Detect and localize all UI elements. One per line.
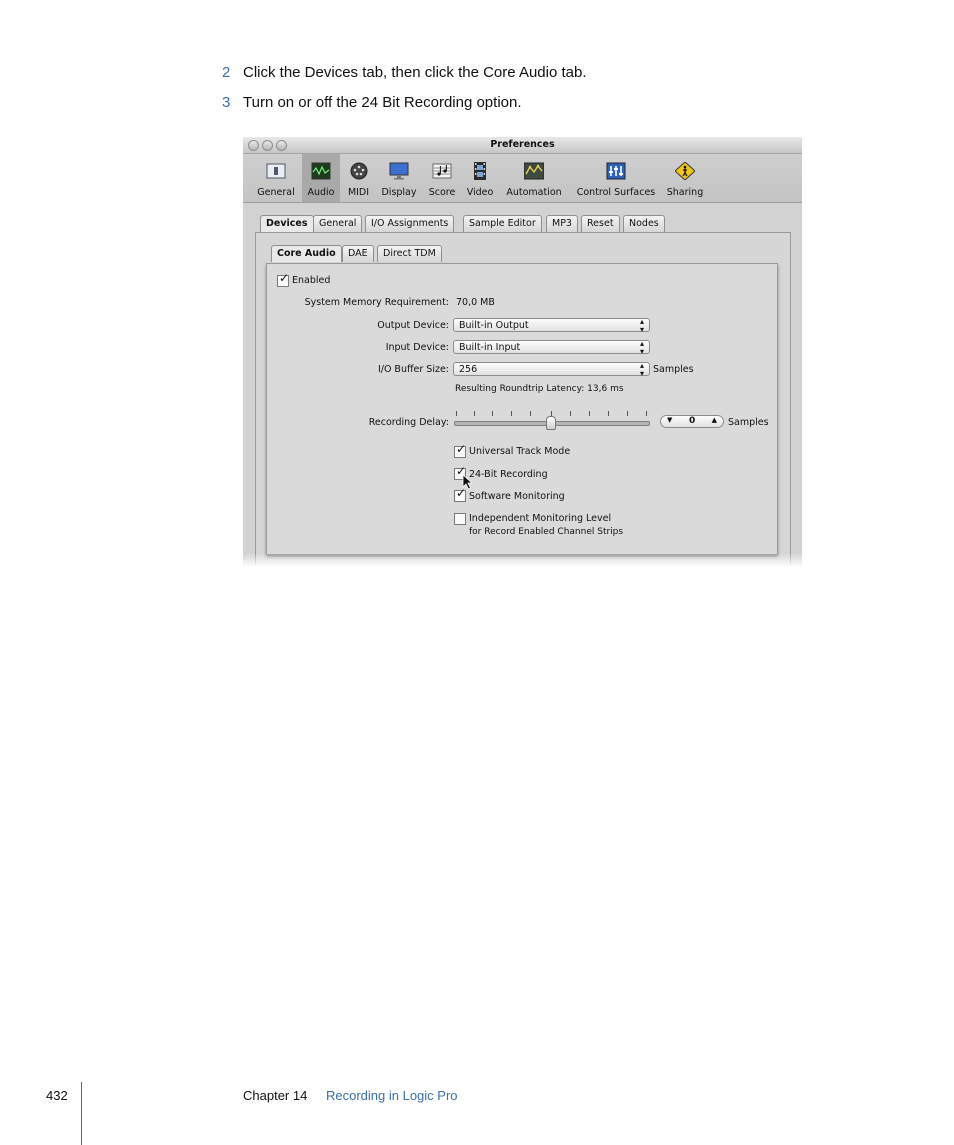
buffer-size-popup[interactable]: 256 ▴ ▾ [453, 361, 650, 378]
toolbar-label: Control Surfaces [576, 187, 656, 198]
step-number: 3 [222, 94, 231, 111]
updown-arrows-icon: ▴ ▾ [639, 317, 644, 334]
chapter-label: Chapter 14 [243, 1088, 308, 1103]
memory-value: 70,0 MB [456, 297, 495, 308]
tab-direct-tdm[interactable]: Direct TDM [377, 245, 442, 262]
checkmark-icon: ✓ [456, 442, 467, 456]
toolbar-video[interactable]: Video [462, 154, 498, 202]
toolbar-display[interactable]: Display [377, 154, 421, 202]
sharing-icon [675, 162, 695, 180]
independent-monitoring-checkbox[interactable] [454, 513, 466, 525]
tab-general[interactable]: General [313, 215, 363, 232]
tab-io-assignments[interactable]: I/O Assignments [365, 215, 455, 232]
window-title: Preferences [490, 139, 555, 150]
step-2: 2 Click the Devices tab, then click the C… [222, 64, 587, 82]
general-icon [266, 163, 286, 179]
delay-unit: Samples [728, 417, 769, 428]
toolbar-label: Video [466, 187, 494, 198]
slider-tick [570, 411, 571, 416]
independent-monitoring-sublabel: for Record Enabled Channel Strips [469, 527, 624, 537]
toolbar-automation[interactable]: Automation [501, 154, 567, 202]
enabled-checkbox[interactable]: ✓ [277, 271, 289, 287]
tab-devices[interactable]: Devices [260, 215, 314, 232]
input-device-popup[interactable]: Built-in Input ▴ ▾ [453, 339, 650, 356]
title-bar: Preferences [243, 137, 802, 154]
midi-icon [350, 162, 367, 180]
step-text: Click the Devices tab, then click the Co… [243, 64, 587, 81]
output-device-label: Output Device: [377, 320, 449, 331]
slider-tick [627, 411, 628, 416]
toolbar-control-surfaces[interactable]: Control Surfaces [572, 154, 660, 202]
delay-value: 0 [689, 416, 696, 426]
toolbar: General Audio MIDI Display Score Video A… [243, 154, 802, 203]
toolbar-general[interactable]: General [253, 154, 299, 202]
input-device-label: Input Device: [385, 342, 449, 353]
updown-arrows-icon: ▴ ▾ [639, 339, 644, 356]
toolbar-sharing[interactable]: Sharing [663, 154, 707, 202]
buffer-unit: Samples [653, 364, 694, 375]
toolbar-audio[interactable]: Audio [302, 154, 340, 202]
video-icon [474, 162, 486, 180]
input-device-value: Built-in Input [459, 342, 521, 353]
toolbar-label: General [257, 187, 295, 198]
automation-icon [524, 162, 544, 180]
toolbar-midi[interactable]: MIDI [342, 154, 375, 202]
toolbar-label: Display [381, 187, 417, 198]
audio-icon [311, 162, 331, 180]
slider-tick [492, 411, 493, 416]
toolbar-label: Score [428, 187, 456, 198]
enabled-label: Enabled [292, 275, 331, 286]
slider-tick [456, 411, 457, 416]
control-surfaces-icon [606, 162, 626, 180]
latency-text: Resulting Roundtrip Latency: 13,6 ms [455, 384, 624, 394]
memory-label: System Memory Requirement: [304, 297, 449, 308]
24-bit-recording-label: 24-Bit Recording [469, 469, 548, 480]
step-3: 3 Turn on or off the 24 Bit Recording opt… [222, 94, 522, 112]
display-icon [389, 162, 409, 180]
delay-stepper[interactable]: ▼ 0 ▲ [660, 415, 724, 428]
checkmark-icon: ✓ [279, 271, 290, 285]
recording-delay-label: Recording Delay: [368, 417, 449, 428]
software-monitoring-checkbox[interactable]: ✓ [454, 486, 466, 502]
updown-arrows-icon: ▴ ▾ [639, 361, 644, 378]
slider-tick [589, 411, 590, 416]
toolbar-label: MIDI [347, 187, 370, 198]
toolbar-score[interactable]: Score [424, 154, 460, 202]
toolbar-label: Sharing [666, 187, 704, 198]
software-monitoring-label: Software Monitoring [469, 491, 565, 502]
output-device-popup[interactable]: Built-in Output ▴ ▾ [453, 317, 650, 334]
toolbar-label: Automation [506, 187, 562, 198]
stepper-up-icon[interactable]: ▲ [712, 416, 717, 424]
slider-knob[interactable] [546, 416, 556, 430]
step-text: Turn on or off the 24 Bit Recording opti… [243, 94, 522, 111]
universal-track-mode-checkbox[interactable]: ✓ [454, 442, 466, 458]
independent-monitoring-label: Independent Monitoring Level [469, 513, 612, 524]
universal-track-mode-label: Universal Track Mode [469, 446, 571, 457]
score-icon [432, 163, 452, 179]
tab-dae[interactable]: DAE [342, 245, 374, 262]
buffer-size-value: 256 [459, 364, 478, 375]
slider-tick [511, 411, 512, 416]
slider-tick [608, 411, 609, 416]
bottom-fade [243, 553, 802, 567]
output-device-value: Built-in Output [459, 320, 529, 331]
tab-reset[interactable]: Reset [581, 215, 620, 232]
preferences-window: Preferences General Audio MIDI Display S… [243, 137, 802, 567]
step-number: 2 [222, 64, 231, 81]
stepper-down-icon[interactable]: ▼ [667, 416, 672, 424]
buffer-size-label: I/O Buffer Size: [377, 364, 449, 375]
toolbar-label: Audio [307, 187, 335, 198]
slider-tick [474, 411, 475, 416]
tab-sample-editor[interactable]: Sample Editor [463, 215, 542, 232]
footer-rule [81, 1082, 82, 1145]
checkmark-icon: ✓ [456, 486, 467, 500]
tab-nodes[interactable]: Nodes [623, 215, 665, 232]
slider-tick [530, 411, 531, 416]
tab-core-audio[interactable]: Core Audio [271, 245, 342, 262]
page-number: 432 [46, 1088, 68, 1103]
slider-tick [646, 411, 647, 416]
chapter-title: Recording in Logic Pro [326, 1088, 458, 1103]
tab-mp3[interactable]: MP3 [546, 215, 578, 232]
